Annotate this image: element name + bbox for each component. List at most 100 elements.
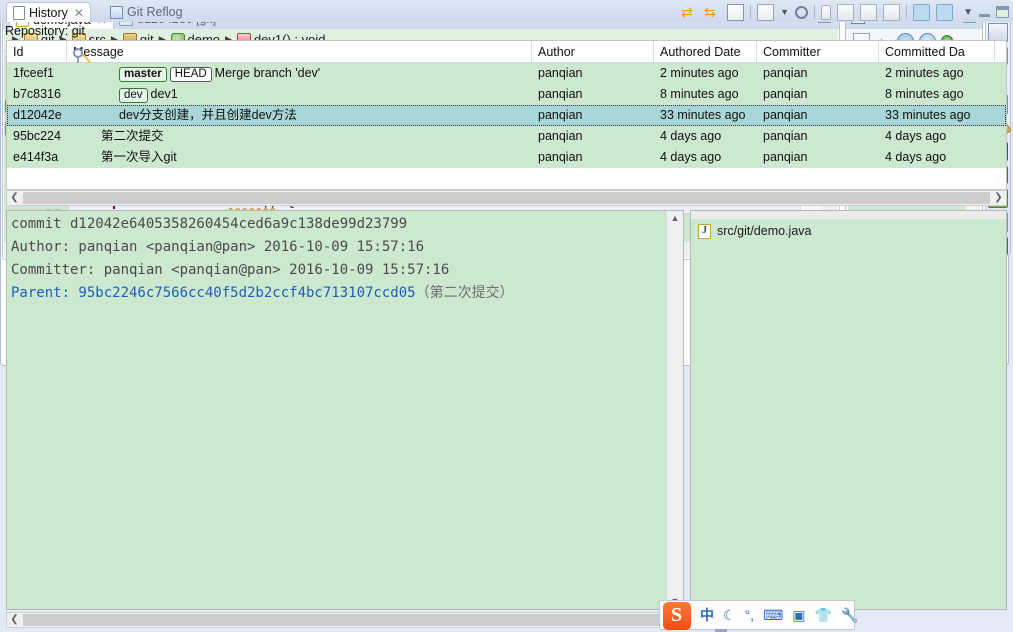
- cell-committer: panqian: [763, 87, 808, 101]
- punctuation-icon[interactable]: °,: [745, 607, 755, 623]
- column-header-id[interactable]: Id: [7, 41, 67, 62]
- skin-icon[interactable]: 👕: [815, 607, 832, 624]
- commit-history-table[interactable]: Id Message Author Authored Date Committe…: [6, 40, 1007, 190]
- view-menu-icon[interactable]: ▼: [963, 7, 973, 18]
- table-row-selected[interactable]: d12042e dev分支创建，并且创建dev方法 panqian 33 min…: [7, 105, 1006, 126]
- tab-git-reflog[interactable]: Git Reflog: [104, 2, 189, 22]
- cell-message: master HEAD Merge branch 'dev': [67, 63, 532, 84]
- java-file-icon: [698, 223, 711, 239]
- cell-id: e414f3a: [13, 150, 59, 164]
- column-header-message[interactable]: Message: [67, 41, 532, 62]
- repository-label: Repository: git: [5, 24, 85, 38]
- cell-authored-date: 33 minutes ago: [660, 108, 746, 122]
- commit-detail-text: commit d12042e6405358260454ced6a9c138de9…: [11, 213, 665, 305]
- column-header-committer[interactable]: Committer: [757, 41, 879, 62]
- keyboard-icon[interactable]: ⌨: [763, 607, 783, 624]
- tools-icon[interactable]: 🔧: [841, 607, 858, 624]
- column-header-authored-date[interactable]: Authored Date: [654, 41, 757, 62]
- relative-dates-icon[interactable]: [936, 3, 954, 21]
- sogou-ime-toolbar: 中 ☾ °, ⌨ ▣ 👕 🔧: [659, 600, 858, 630]
- commit-parent-link[interactable]: Parent: 95bc2246c7566cc40f5d2b2ccf4bc713…: [11, 285, 416, 301]
- cell-author: panqian: [538, 129, 583, 143]
- history-table-horizontal-scrollbar[interactable]: ❮ ❯: [6, 190, 1007, 206]
- column-header-committed-date[interactable]: Committed Da: [879, 41, 995, 62]
- reflog-icon: [110, 5, 123, 19]
- table-row[interactable]: e414f3a 第一次导入git panqian 4 days ago panq…: [7, 147, 1006, 168]
- cell-committed-date: 4 days ago: [885, 129, 947, 143]
- eclipse-window: J demo.java ✕ d12042e6 [git] ▶ git ▶: [0, 0, 1013, 632]
- card-icon[interactable]: ▣: [792, 607, 805, 624]
- table-row[interactable]: 95bc224 第二次提交 panqian 4 days ago panqian…: [7, 126, 1006, 147]
- single-file-icon[interactable]: [821, 4, 832, 20]
- scroll-left-icon[interactable]: ❮: [7, 191, 22, 205]
- search-icon[interactable]: [795, 5, 809, 19]
- changed-files-panel[interactable]: src/git/demo.java: [690, 210, 1007, 610]
- cell-message: dev dev1: [67, 84, 532, 105]
- commit-committer-line: Committer: panqian <panqian@pan> 2016-10…: [11, 262, 450, 278]
- sogou-logo-icon[interactable]: [663, 602, 691, 630]
- table-row[interactable]: 1fceef1 master HEAD Merge branch 'dev' pan…: [7, 63, 1006, 84]
- ref-badge-head[interactable]: HEAD: [169, 67, 212, 82]
- cell-committer: panqian: [763, 150, 808, 164]
- scroll-up-icon[interactable]: ▲: [667, 211, 683, 226]
- restore-perspective-icon[interactable]: [988, 23, 1008, 42]
- commit-message: Merge branch 'dev': [214, 66, 321, 80]
- scrollbar-thumb[interactable]: [23, 192, 990, 204]
- git-history-view: History ✕ Git Reflog ⇄ ⇆ ▼ ▼ Repository:…: [0, 0, 1013, 628]
- list-item[interactable]: src/git/demo.java: [691, 220, 1006, 242]
- cell-id: 95bc224: [13, 129, 61, 143]
- filter-dropdown-icon[interactable]: ▼: [780, 7, 789, 17]
- compare-mode-icon[interactable]: ⇄: [681, 4, 698, 21]
- cell-committer: panqian: [763, 108, 808, 122]
- history-toolbar: ⇄ ⇆ ▼ ▼: [681, 2, 1009, 22]
- cell-committed-date: 4 days ago: [885, 150, 947, 164]
- cell-committed-date: 8 minutes ago: [885, 87, 964, 101]
- history-icon: [13, 5, 25, 20]
- show-all-branches-icon[interactable]: [913, 3, 931, 21]
- additional-refs-icon[interactable]: [860, 3, 878, 21]
- cell-committed-date: 33 minutes ago: [885, 108, 971, 122]
- filter-icon[interactable]: [757, 3, 775, 21]
- follow-renames-icon[interactable]: [883, 3, 901, 21]
- cell-committer: panqian: [763, 66, 808, 80]
- edit-icon[interactable]: [727, 3, 745, 21]
- cell-author: panqian: [538, 87, 583, 101]
- column-header-author[interactable]: Author: [532, 41, 654, 62]
- cell-message: 第二次提交: [101, 129, 164, 143]
- ref-badge-dev[interactable]: dev: [119, 88, 148, 103]
- cell-committer: panqian: [763, 129, 808, 143]
- maximize-icon[interactable]: [996, 6, 1009, 18]
- commit-author-line: Author: panqian <panqian@pan> 2016-10-09…: [11, 239, 425, 255]
- commit-detail-panel[interactable]: commit d12042e6405358260454ced6a9c138de9…: [6, 210, 684, 610]
- minimize-icon[interactable]: [979, 8, 990, 17]
- tab-label: History: [29, 5, 68, 20]
- ref-badge-master[interactable]: master: [119, 67, 167, 82]
- cell-message: dev分支创建，并且创建dev方法: [119, 108, 297, 122]
- commit-parent-message: （第二次提交）: [415, 285, 514, 301]
- cell-id: d12042e: [13, 108, 62, 122]
- first-parent-icon[interactable]: [837, 3, 855, 21]
- cell-author: panqian: [538, 108, 583, 122]
- commit-hash-line: commit d12042e6405358260454ced6a9c138de9…: [11, 216, 408, 232]
- table-header-row: Id Message Author Authored Date Committe…: [7, 41, 1006, 63]
- cell-committed-date: 2 minutes ago: [885, 66, 964, 80]
- cell-id: 1fceef1: [13, 66, 55, 80]
- ime-mode-chinese[interactable]: 中: [700, 605, 714, 625]
- commit-detail-horizontal-scrollbar[interactable]: ❮ ❯: [6, 612, 684, 628]
- commit-message: dev1: [150, 87, 178, 101]
- cell-author: panqian: [538, 66, 583, 80]
- commit-detail-vertical-scrollbar[interactable]: ▲ ▼: [667, 211, 683, 609]
- close-icon[interactable]: ✕: [74, 6, 84, 20]
- tab-history[interactable]: History ✕: [6, 2, 91, 22]
- cell-id: b7c8316: [13, 87, 61, 101]
- table-row[interactable]: b7c8316 dev dev1 panqian 8 minutes ago pa…: [7, 84, 1006, 105]
- cell-authored-date: 4 days ago: [660, 150, 722, 164]
- changed-files-top-scrollbar[interactable]: [691, 211, 1006, 219]
- scrollbar-thumb[interactable]: [23, 614, 667, 626]
- changed-file-label: src/git/demo.java: [717, 224, 812, 238]
- tab-label: Git Reflog: [127, 5, 183, 19]
- refresh-icon[interactable]: ⇆: [704, 4, 721, 21]
- scroll-right-icon[interactable]: ❯: [991, 191, 1006, 205]
- moon-icon[interactable]: ☾: [723, 607, 736, 624]
- scroll-left-icon[interactable]: ❮: [7, 613, 22, 627]
